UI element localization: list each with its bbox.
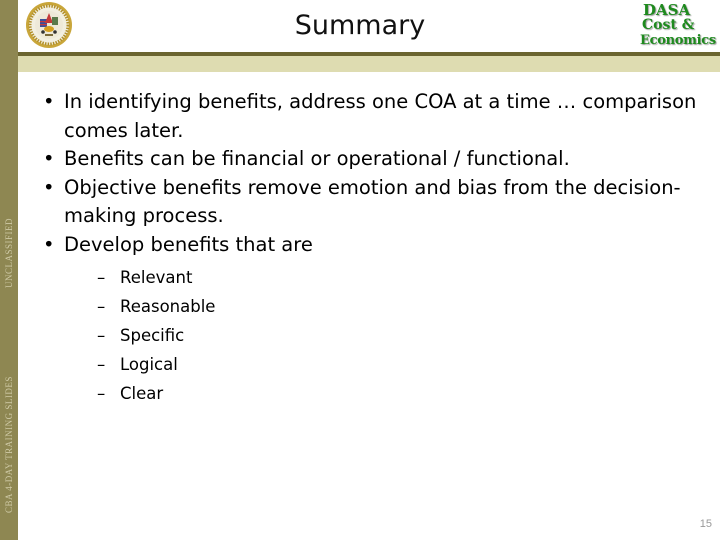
sub-bullet-text: Reasonable <box>120 297 216 316</box>
bullet-icon: • <box>43 147 55 170</box>
slide-content: • In identifying benefits, address one C… <box>40 88 710 408</box>
slide-title: Summary <box>294 10 426 41</box>
course-label: CBA 4-DAY TRAINING SLIDES <box>4 376 14 514</box>
logo-line-2: Cost & <box>642 17 695 33</box>
sub-bullet-item: – Logical <box>64 350 710 379</box>
classification-label: UNCLASSIFIED <box>4 218 14 289</box>
bullet-text: Objective benefits remove emotion and bi… <box>64 175 681 228</box>
bullet-item: • Develop benefits that are – Relevant –… <box>40 231 710 409</box>
sub-bullet-item: – Reasonable <box>64 292 710 321</box>
dash-icon: – <box>97 355 106 374</box>
dash-icon: – <box>97 384 106 403</box>
bullet-icon: • <box>43 90 55 113</box>
bullet-text: Develop benefits that are <box>64 232 313 256</box>
header-band <box>18 56 720 72</box>
bullet-icon: • <box>43 232 55 256</box>
sub-bullet-text: Relevant <box>120 268 193 287</box>
bullet-text: In identifying benefits, address one COA… <box>64 90 697 142</box>
logo-line-1: DASA <box>643 1 691 19</box>
sub-bullet-list: – Relevant – Reasonable – Specific – Log… <box>64 263 710 408</box>
page-number: 15 <box>699 518 712 530</box>
dash-icon: – <box>97 326 106 345</box>
dash-icon: – <box>97 297 106 316</box>
sub-bullet-text: Specific <box>120 326 185 345</box>
bullet-item: • Objective benefits remove emotion and … <box>40 174 710 231</box>
sub-bullet-text: Clear <box>120 384 164 403</box>
sub-bullet-item: – Relevant <box>64 263 710 292</box>
logo-line-3: Economics <box>640 33 716 48</box>
bullet-icon: • <box>43 175 55 199</box>
bullet-text: Benefits can be financial or operational… <box>64 147 570 170</box>
sub-bullet-text: Logical <box>120 355 178 374</box>
sub-bullet-item: – Specific <box>64 321 710 350</box>
sub-bullet-item: – Clear <box>64 379 710 408</box>
dasa-logo: DASA Cost & Economics <box>640 1 720 49</box>
bullet-item: • In identifying benefits, address one C… <box>40 88 710 145</box>
sidebar: UNCLASSIFIED CBA 4-DAY TRAINING SLIDES <box>0 0 18 540</box>
bullet-list: • In identifying benefits, address one C… <box>40 88 710 408</box>
bullet-item: • Benefits can be financial or operation… <box>40 145 710 174</box>
dash-icon: – <box>97 268 106 287</box>
